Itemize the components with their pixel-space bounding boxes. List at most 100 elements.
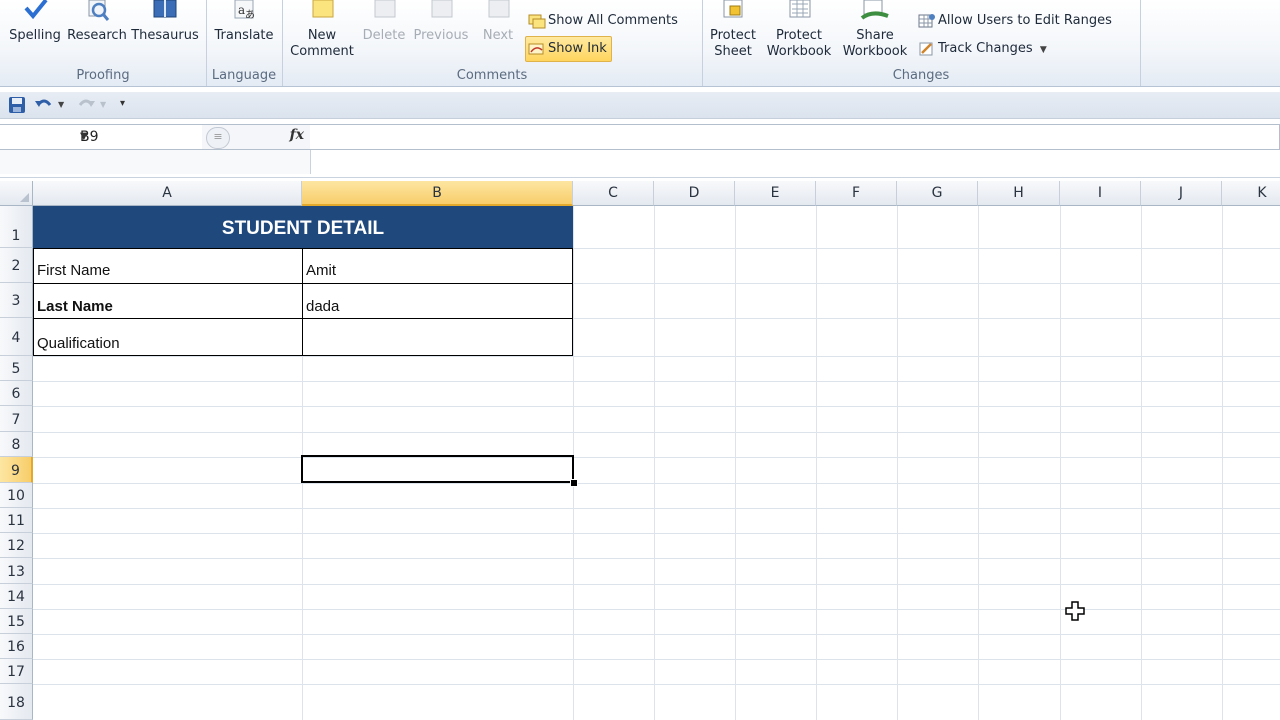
row-header-17[interactable]: 17 — [0, 659, 33, 684]
formula-bar-expander — [0, 150, 311, 174]
share-workbook-button[interactable]: Share Workbook — [838, 0, 912, 60]
row-header-13[interactable]: 13 — [0, 558, 33, 584]
grid-row-line — [33, 483, 1280, 484]
spelling-check-icon — [24, 0, 48, 20]
title-cell[interactable]: STUDENT DETAIL — [33, 206, 573, 249]
formula-bar: B9 ▼ ≡ fx — [0, 122, 1280, 178]
column-header-b[interactable]: B — [302, 181, 573, 206]
name-box[interactable]: B9 ▼ — [0, 124, 203, 150]
row-header-18[interactable]: 18 — [0, 684, 33, 720]
track-changes-icon — [919, 42, 933, 55]
row-header-16[interactable]: 16 — [0, 634, 33, 659]
grid-row-line — [33, 533, 1280, 534]
row-header-8[interactable]: 8 — [0, 432, 33, 457]
language-group: a あ Translate Language — [206, 0, 283, 86]
comments-group-label: Comments — [456, 68, 528, 83]
protect-sheet-button[interactable]: Protect Sheet — [704, 0, 762, 60]
show-all-comments-icon — [528, 14, 546, 28]
row-header-7[interactable]: 7 — [0, 406, 33, 432]
previous-comment-button[interactable]: Previous — [410, 0, 472, 44]
column-header-h[interactable]: H — [978, 181, 1060, 206]
active-cell-b9[interactable] — [301, 455, 574, 483]
delete-comment-button[interactable]: Delete — [358, 0, 410, 44]
protect-workbook-button[interactable]: Protect Workbook — [762, 0, 836, 60]
grid-row-line — [33, 381, 1280, 382]
name-box-dropdown-icon[interactable]: ▼ — [80, 125, 196, 149]
row-header-12[interactable]: 12 — [0, 533, 33, 558]
protect-workbook-icon — [789, 0, 811, 18]
track-changes-dropdown-icon[interactable]: ▼ — [1040, 45, 1047, 55]
cell-a2[interactable]: First Name — [33, 248, 303, 284]
row-header-6[interactable]: 6 — [0, 381, 33, 406]
column-header-d[interactable]: D — [654, 181, 735, 206]
insert-function-button[interactable]: fx — [290, 127, 304, 143]
quick-access-toolbar: ▼ ▼ ▾ — [0, 92, 1280, 119]
undo-dropdown-icon[interactable]: ▼ — [58, 100, 64, 118]
spreadsheet-grid: ABCDEFGHIJK 1 2 3 4 5 6 7 8 9 10 11 12 13 14 15 16 17 18 … — [0, 181, 1280, 720]
row-header-11[interactable]: 11 — [0, 508, 33, 533]
allow-users-edit-ranges-button[interactable]: Allow Users to Edit Ranges — [916, 10, 1116, 32]
changes-group-label: Changes — [892, 68, 950, 83]
cell-b4[interactable] — [302, 318, 573, 356]
formula-controls: ≡ fx — [202, 124, 311, 150]
show-ink-button[interactable]: Show Ink — [525, 36, 612, 62]
row-header-3[interactable]: 3 — [0, 283, 33, 318]
track-changes-button[interactable]: Track Changes ▼ — [916, 38, 1051, 60]
translate-button[interactable]: a あ Translate — [210, 0, 278, 44]
changes-group: Protect Sheet Protect Workbook Share Wor… — [702, 0, 1141, 86]
show-all-comments-button[interactable]: Show All Comments — [526, 10, 682, 32]
row-header-1[interactable]: 1 — [0, 206, 33, 248]
save-icon[interactable] — [8, 96, 26, 114]
column-header-f[interactable]: F — [816, 181, 897, 206]
proofing-group: Spelling Research Thesaurus Proofing — [0, 0, 207, 86]
column-header-a[interactable]: A — [33, 181, 302, 206]
formula-input[interactable] — [310, 124, 1280, 150]
allow-users-edit-ranges-icon — [918, 13, 935, 27]
cell-a4[interactable]: Qualification — [33, 318, 303, 356]
cell-a3[interactable]: Last Name — [33, 283, 303, 319]
cell-b3[interactable]: dada — [302, 283, 573, 319]
share-workbook-icon — [860, 0, 889, 20]
column-header-j[interactable]: J — [1141, 181, 1222, 206]
redo-icon[interactable] — [76, 96, 96, 114]
new-comment-icon — [312, 0, 334, 18]
translate-icon: a あ — [234, 0, 255, 21]
next-comment-button[interactable]: Next — [474, 0, 522, 44]
row-header-9[interactable]: 9 — [0, 457, 33, 483]
svg-text:あ: あ — [245, 9, 255, 21]
row-header-10[interactable]: 10 — [0, 483, 33, 508]
grid-row-line — [33, 584, 1280, 585]
select-all-button[interactable] — [0, 181, 33, 206]
row-header-4[interactable]: 4 — [0, 318, 33, 356]
new-comment-button[interactable]: New Comment — [286, 0, 358, 60]
row-header-15[interactable]: 15 — [0, 609, 33, 634]
customize-toolbar-icon[interactable]: ▾ — [120, 98, 125, 116]
fill-handle[interactable] — [570, 479, 578, 487]
protect-sheet-icon — [723, 0, 743, 18]
formula-resize-handle[interactable]: ≡ — [206, 127, 230, 149]
column-header-k[interactable]: K — [1222, 181, 1280, 206]
research-icon — [88, 0, 110, 21]
spelling-button[interactable]: Spelling — [6, 0, 64, 44]
thesaurus-button[interactable]: Thesaurus — [130, 0, 200, 44]
row-header-14[interactable]: 14 — [0, 584, 33, 609]
grid-row-line — [33, 508, 1280, 509]
grid-row-line — [33, 659, 1280, 660]
cell-b2[interactable]: Amit — [302, 248, 573, 284]
row-header-5[interactable]: 5 — [0, 356, 33, 381]
column-header-g[interactable]: G — [897, 181, 978, 206]
column-header-e[interactable]: E — [735, 181, 816, 206]
column-header-c[interactable]: C — [573, 181, 654, 206]
row-header-2[interactable]: 2 — [0, 248, 33, 283]
show-ink-icon — [528, 43, 544, 54]
previous-comment-icon — [431, 0, 453, 18]
column-header-i[interactable]: I — [1060, 181, 1141, 206]
undo-icon[interactable] — [34, 96, 54, 114]
cursor-icon — [1065, 601, 1085, 621]
grid-row-line — [33, 356, 1280, 357]
redo-dropdown-icon[interactable]: ▼ — [100, 100, 106, 118]
next-comment-icon — [488, 0, 510, 18]
grid-row-line — [33, 432, 1280, 433]
comments-group: New Comment Delete Previous Next Show Al… — [282, 0, 703, 86]
research-button[interactable]: Research — [66, 0, 128, 44]
